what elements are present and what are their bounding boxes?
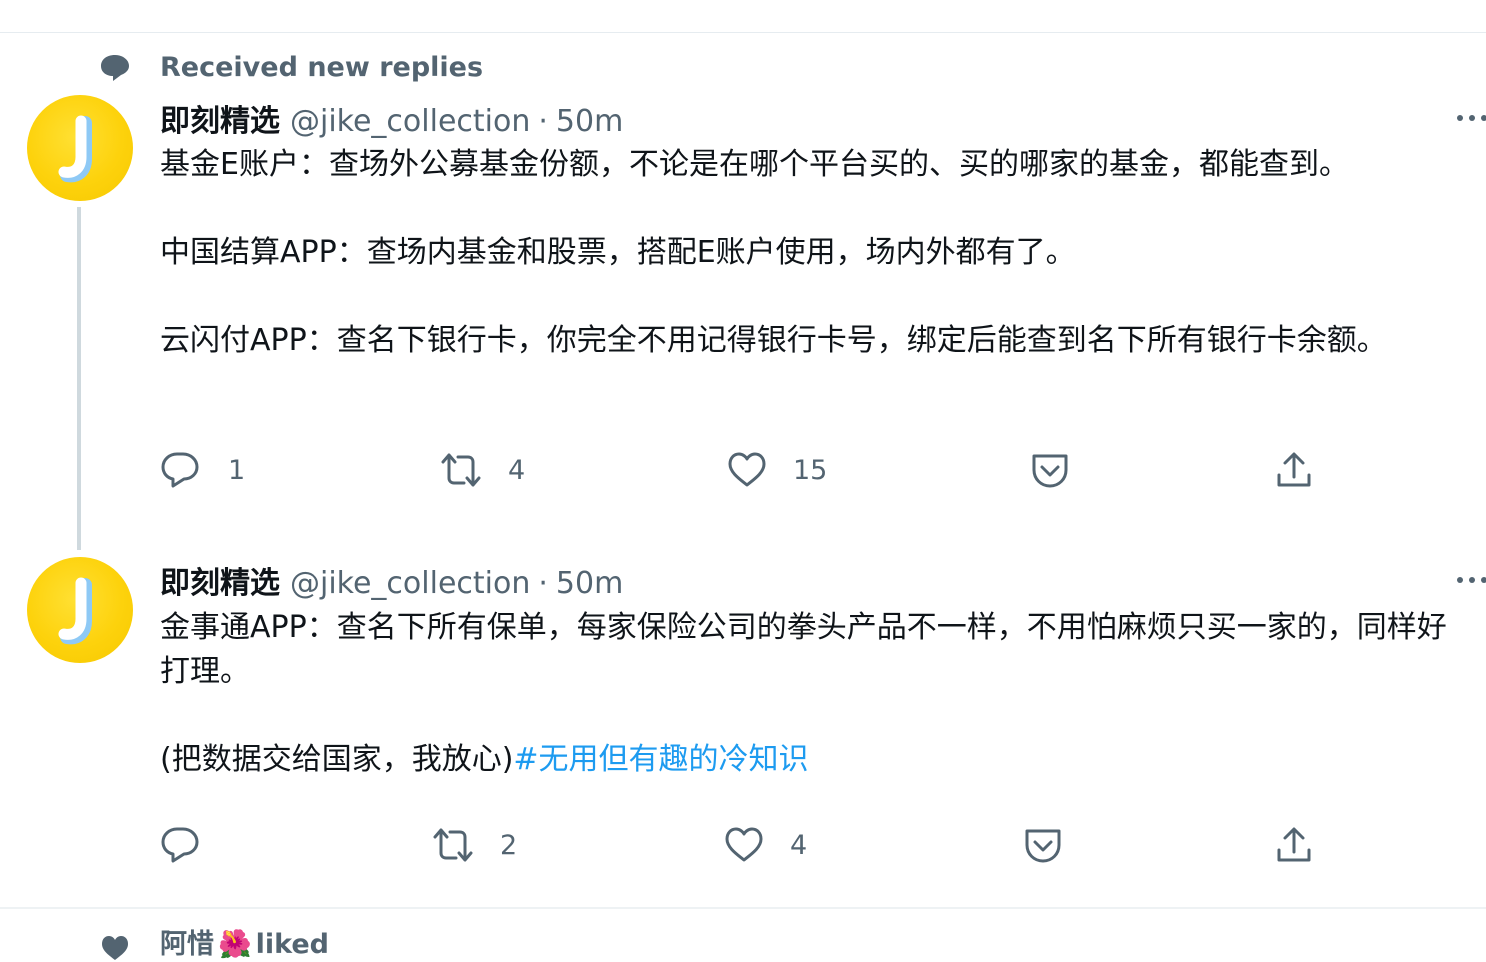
separator-dot: ·	[538, 566, 548, 601]
tweet-paragraph-text: (把数据交给国家，我放心)	[160, 742, 514, 777]
avatar[interactable]	[27, 557, 133, 663]
retweet-button[interactable]: 2	[432, 825, 517, 865]
jike-logo-icon	[58, 577, 92, 645]
jike-logo-icon	[58, 115, 92, 183]
author-handle[interactable]: @jike_collection	[290, 566, 530, 601]
reply-icon	[161, 827, 199, 863]
liked-context-label: 阿惜 🌺 liked	[160, 928, 329, 962]
tweet-header: 即刻精选 @jike_collection · 50m	[160, 96, 623, 140]
more-icon[interactable]	[1448, 570, 1486, 590]
reply-icon	[161, 452, 199, 488]
liker-name[interactable]: 阿惜	[160, 929, 214, 960]
like-count: 4	[790, 829, 808, 861]
like-icon	[725, 827, 763, 862]
share-button[interactable]	[1274, 450, 1314, 490]
tweet-paragraph: 中国结算APP：查场内基金和股票，搭配E账户使用，场内外都有了。	[160, 235, 1076, 270]
like-button[interactable]: 15	[727, 450, 827, 490]
tweet-text: 基金E账户：查场外公募基金份额，不论是在哪个平台买的、买的哪家的基金，都能查到。…	[160, 143, 1460, 363]
author-name[interactable]: 即刻精选	[160, 558, 280, 602]
tweet-text: 金事通APP：查名下所有保单，每家保险公司的拳头产品不一样，不用怕麻烦只买一家的…	[160, 606, 1460, 782]
top-divider	[0, 32, 1486, 33]
thread-line	[77, 207, 81, 550]
heart-flower-icon: 🌺	[218, 929, 252, 960]
reply-count: 1	[228, 454, 246, 486]
liked-action-label: liked	[255, 929, 330, 960]
like-icon	[728, 452, 766, 487]
hashtag-link[interactable]: #无用但有趣的冷知识	[513, 742, 808, 777]
retweet-button[interactable]: 4	[440, 450, 525, 490]
tweet-time[interactable]: 50m	[556, 566, 623, 601]
context-label: Received new replies	[160, 52, 484, 83]
save-button[interactable]	[1023, 825, 1063, 865]
avatar[interactable]	[27, 95, 133, 201]
retweet-count: 2	[500, 829, 518, 861]
share-icon	[1277, 827, 1311, 862]
separator-dot: ·	[538, 104, 548, 139]
tweet-paragraph: 云闪付APP：查名下银行卡，你完全不用记得银行卡号，绑定后能查到名下所有银行卡余…	[160, 323, 1387, 358]
retweet-icon	[441, 453, 481, 487]
tweet-paragraph: 金事通APP：查名下所有保单，每家保险公司的拳头产品不一样，不用怕麻烦只买一家的…	[160, 610, 1447, 689]
share-icon	[1277, 452, 1311, 487]
tweet-time[interactable]: 50m	[556, 104, 623, 139]
like-count: 15	[793, 454, 828, 486]
save-icon	[1025, 829, 1061, 863]
heart-icon	[102, 936, 128, 960]
author-handle[interactable]: @jike_collection	[290, 104, 530, 139]
author-name[interactable]: 即刻精选	[160, 96, 280, 140]
more-icon[interactable]	[1448, 108, 1486, 128]
share-button[interactable]	[1274, 825, 1314, 865]
retweet-count: 4	[508, 454, 526, 486]
retweet-icon	[433, 828, 473, 862]
save-button[interactable]	[1030, 450, 1070, 490]
save-icon	[1032, 454, 1068, 488]
speech-bubble-icon	[101, 55, 129, 81]
reply-button[interactable]: 1	[160, 450, 245, 490]
tweet-header: 即刻精选 @jike_collection · 50m	[160, 558, 623, 602]
tweet-paragraph: (把数据交给国家，我放心)#无用但有趣的冷知识	[160, 738, 1460, 782]
bottom-divider	[0, 907, 1486, 909]
like-button[interactable]: 4	[724, 825, 807, 865]
reply-button[interactable]	[160, 825, 228, 865]
tweet-paragraph: 基金E账户：查场外公募基金份额，不论是在哪个平台买的、买的哪家的基金，都能查到。	[160, 147, 1349, 182]
